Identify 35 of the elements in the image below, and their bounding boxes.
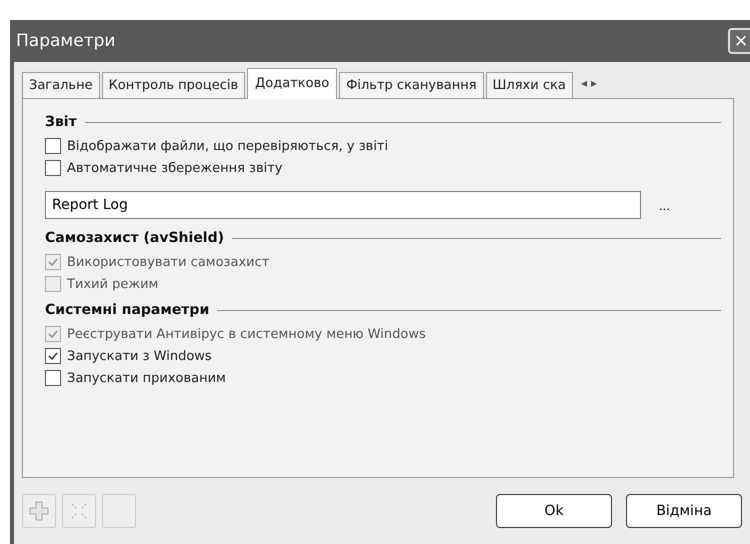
section-title: Системні параметри: [45, 302, 210, 318]
tab-scroll-button[interactable]: ◂: [580, 76, 587, 90]
checkbox-label: Реєструвати Антивірус в системному меню Windows: [67, 326, 426, 342]
tab[interactable]: Загальне: [22, 72, 100, 98]
checkbox-label: Автоматичне збереження звіту: [67, 160, 282, 176]
browse-button[interactable]: ...: [655, 198, 674, 212]
checkbox-label: Тихий режим: [67, 276, 158, 292]
tab[interactable]: Шляхи ска: [486, 72, 573, 98]
checkbox[interactable]: [45, 348, 61, 364]
checkbox[interactable]: [45, 370, 61, 386]
report-file-field[interactable]: Report Log: [45, 191, 641, 219]
tab[interactable]: Фільтр сканування: [339, 72, 484, 98]
checkbox-label: Використовувати самозахист: [67, 254, 270, 270]
expand-arrows-icon: [69, 501, 89, 521]
checkbox-label: Відображати файли, що перевіряються, у звіті: [67, 138, 388, 154]
plus-icon: [28, 500, 50, 522]
section-title: Самозахист (avShield): [45, 230, 224, 246]
close-button[interactable]: ×: [728, 28, 750, 54]
check-icon: [47, 328, 59, 340]
tab[interactable]: Контроль процесів: [102, 72, 246, 98]
check-icon: [47, 256, 59, 268]
add-button[interactable]: [22, 494, 56, 528]
window-title: Параметри: [15, 31, 116, 51]
checkbox-label: Запускати з Windows: [67, 348, 212, 364]
checkbox-label: Запускати прихованим: [67, 370, 226, 386]
section-title: Звіт: [45, 114, 77, 130]
dialog-button[interactable]: Відміна: [626, 494, 742, 528]
checkbox[interactable]: [45, 160, 61, 176]
dialog-button[interactable]: Ok: [496, 494, 612, 528]
blank-button[interactable]: [102, 494, 136, 528]
checkbox[interactable]: [45, 138, 61, 154]
tab[interactable]: Додатково: [247, 68, 338, 99]
tab-scroll-button[interactable]: ▸: [590, 76, 597, 90]
check-icon: [47, 350, 59, 362]
expand-button[interactable]: [62, 494, 96, 528]
